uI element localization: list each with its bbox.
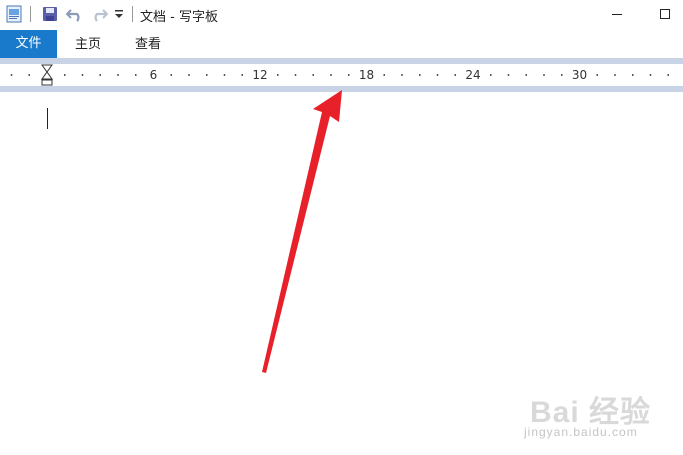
ruler-tick xyxy=(170,74,172,76)
ruler-marks: 6 12 18 24 30 xyxy=(10,64,669,86)
ruler-tick xyxy=(64,74,66,76)
ruler-tick xyxy=(241,74,243,76)
ruler-tick xyxy=(454,74,456,76)
ruler-tick xyxy=(614,74,616,76)
ruler-tick xyxy=(312,74,314,76)
undo-icon[interactable] xyxy=(64,4,86,24)
ruler-tick xyxy=(667,74,669,76)
redo-icon[interactable] xyxy=(88,4,110,24)
tab-view[interactable]: 查看 xyxy=(120,32,176,58)
indent-marker-icon[interactable] xyxy=(41,64,53,86)
maximize-icon xyxy=(660,9,670,19)
ruler-tick xyxy=(28,74,30,76)
tab-file[interactable]: 文件 xyxy=(0,30,57,58)
watermark: Bai 经验 jingyan.baidu.com xyxy=(520,385,680,451)
ruler-tick xyxy=(294,74,297,76)
watermark-url: jingyan.baidu.com xyxy=(524,425,638,439)
ruler-tick xyxy=(117,74,119,76)
window-title: 文档 - 写字板 xyxy=(140,10,218,25)
ruler-tick xyxy=(419,74,421,76)
ruler-tick xyxy=(330,74,332,76)
ruler-tick xyxy=(649,74,652,76)
ruler-tick xyxy=(596,74,598,76)
ruler-label: 24 xyxy=(465,68,480,82)
text-caret xyxy=(47,108,48,129)
ruler-tick xyxy=(206,74,208,76)
ruler-tick xyxy=(490,74,492,76)
customize-dropdown-icon[interactable] xyxy=(112,4,126,24)
ruler-tick xyxy=(507,74,510,76)
ruler-tick xyxy=(135,74,137,76)
title-separator-2 xyxy=(130,4,136,24)
ruler-tick xyxy=(99,74,101,76)
minimize-icon xyxy=(612,14,622,15)
title-bar: 文档 - 写字板 xyxy=(0,0,683,30)
ruler-tick xyxy=(383,74,385,76)
ruler-tick xyxy=(188,74,190,76)
app-icon[interactable] xyxy=(4,4,24,24)
save-icon[interactable] xyxy=(40,4,60,24)
ruler-tick xyxy=(223,74,226,76)
ruler-tick xyxy=(543,74,545,76)
ruler-tick xyxy=(436,74,439,76)
ruler-label: 18 xyxy=(359,68,374,82)
ruler-label: 6 xyxy=(150,68,158,82)
ruler-label: 12 xyxy=(252,68,267,82)
ruler-label: 30 xyxy=(572,68,587,82)
ruler-tick xyxy=(561,74,563,76)
ruler-tick xyxy=(277,74,279,76)
minimize-button[interactable] xyxy=(604,4,630,24)
ruler-tick xyxy=(401,74,403,76)
ruler-tick xyxy=(10,74,13,76)
ruler-tick xyxy=(632,74,634,76)
ruler-tick xyxy=(525,74,527,76)
ruler-tick xyxy=(81,74,84,76)
ruler-tick xyxy=(348,74,350,76)
maximize-button[interactable] xyxy=(652,4,678,24)
title-separator xyxy=(28,4,34,24)
ribbon-tabs: 文件 主页 查看 xyxy=(0,30,683,58)
tab-home[interactable]: 主页 xyxy=(60,32,116,58)
